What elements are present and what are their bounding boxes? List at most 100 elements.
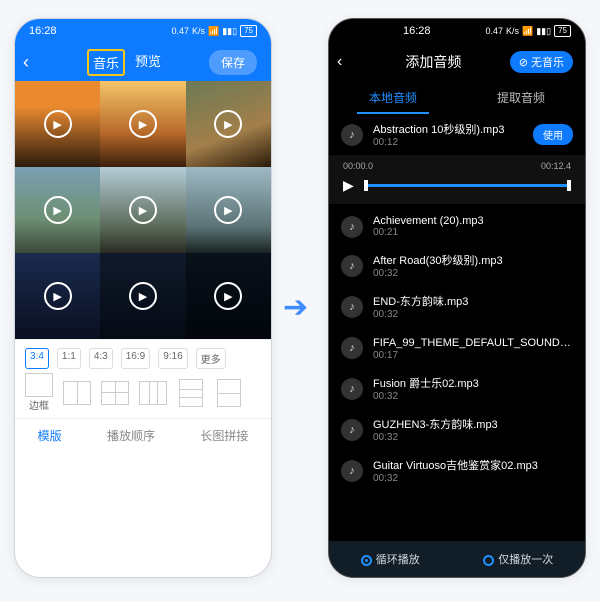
ratio-chip[interactable]: 4:3 <box>89 348 113 369</box>
track-duration: 00:21 <box>373 227 573 238</box>
tab-template[interactable]: 模版 <box>38 427 62 444</box>
radio-on-icon <box>361 555 372 566</box>
trim-end-handle[interactable] <box>567 180 571 191</box>
track-duration: 00:17 <box>373 350 573 361</box>
track-name: FIFA_99_THEME_DEFAULT_SOUND-异域风情.mp3 <box>373 334 573 350</box>
video-thumb[interactable]: ▶ <box>15 167 100 253</box>
audio-header: ‹ 添加音频 ⊘无音乐 <box>329 43 585 81</box>
trim-start-handle[interactable] <box>364 180 368 191</box>
track-row[interactable]: ♪ FIFA_99_THEME_DEFAULT_SOUND-异域风情.mp300:… <box>329 327 585 368</box>
video-thumb[interactable]: ▶ <box>186 81 271 167</box>
track-name: After Road(30秒级别).mp3 <box>373 252 573 268</box>
track-duration: 00:32 <box>373 309 573 320</box>
back-icon[interactable]: ‹ <box>23 52 43 73</box>
status-time: 16:28 <box>29 25 57 37</box>
track-name: Guitar Virtuoso吉他鉴赏家02.mp3 <box>373 457 573 473</box>
play-icon: ▶ <box>129 196 157 224</box>
track-row[interactable]: ♪ Fusion 爵士乐02.mp300:32 <box>329 368 585 409</box>
tab-extract-audio[interactable]: 提取音频 <box>485 81 557 114</box>
phone-audio: 16:28 0.47K/s 📶 ▮▮▯ 75 ‹ 添加音频 ⊘无音乐 本地音频 … <box>328 18 586 578</box>
tab-music[interactable]: 音乐 <box>87 49 125 76</box>
play-icon: ▶ <box>214 196 242 224</box>
seek-bar[interactable] <box>364 184 571 187</box>
video-thumb[interactable]: ▶ <box>186 253 271 339</box>
audio-player: 00:00.0 00:12.4 ▶ <box>329 155 585 204</box>
ratio-chip[interactable]: 1:1 <box>57 348 81 369</box>
note-icon: ♪ <box>341 255 363 277</box>
note-icon: ♪ <box>341 378 363 400</box>
play-mode-bar: 循环播放 仅播放一次 <box>329 541 585 577</box>
play-icon: ▶ <box>44 196 72 224</box>
video-thumb[interactable]: ▶ <box>186 167 271 253</box>
track-row[interactable]: ♪ Abstraction 10秒级别).mp300:12 使用 <box>329 114 585 155</box>
track-list: ♪ Achievement (20).mp300:21 ♪ After Road(3… <box>329 208 585 491</box>
layout-3row[interactable] <box>179 379 203 407</box>
ratio-chip[interactable]: 更多 <box>196 348 226 369</box>
track-name: Achievement (20).mp3 <box>373 215 573 227</box>
use-button[interactable]: 使用 <box>533 124 573 145</box>
layout-1[interactable] <box>25 373 53 397</box>
player-end: 00:12.4 <box>541 161 571 171</box>
bottom-tabs: 模版 播放顺序 长图拼接 <box>15 418 271 454</box>
play-icon: ▶ <box>129 110 157 138</box>
editor-header: ‹ 音乐 预览 保存 <box>15 43 271 81</box>
player-start: 00:00.0 <box>343 161 373 171</box>
play-icon: ▶ <box>214 110 242 138</box>
layout-2row[interactable] <box>217 379 241 407</box>
track-row[interactable]: ♪ Guitar Virtuoso吉他鉴赏家02.mp300:32 <box>329 450 585 491</box>
no-music-button[interactable]: ⊘无音乐 <box>510 51 573 73</box>
video-thumb[interactable]: ▶ <box>15 253 100 339</box>
audio-tabs: 本地音频 提取音频 <box>329 81 585 114</box>
track-row[interactable]: ♪ END-东方韵味.mp300:32 <box>329 286 585 327</box>
status-indicators: 0.47K/s 📶 ▮▮▯ 75 <box>485 25 571 37</box>
note-icon: ♪ <box>341 460 363 482</box>
ratio-row: 3:4 1:1 4:3 16:9 9:16 更多 <box>15 339 271 373</box>
track-name: END-东方韵味.mp3 <box>373 293 573 309</box>
note-icon: ♪ <box>341 337 363 359</box>
tab-local-audio[interactable]: 本地音频 <box>357 81 429 114</box>
tab-order[interactable]: 播放顺序 <box>107 427 155 444</box>
once-option[interactable]: 仅播放一次 <box>483 551 553 567</box>
layout-4[interactable] <box>101 381 129 405</box>
note-icon: ♪ <box>341 296 363 318</box>
layout-3col[interactable] <box>139 381 167 405</box>
save-button[interactable]: 保存 <box>209 50 257 75</box>
ratio-chip[interactable]: 9:16 <box>158 348 187 369</box>
video-thumb[interactable]: ▶ <box>15 81 100 167</box>
tab-preview[interactable]: 预览 <box>131 49 165 76</box>
tab-long[interactable]: 长图拼接 <box>200 427 248 444</box>
border-label: 边框 <box>25 397 53 412</box>
ban-icon: ⊘ <box>519 56 528 69</box>
track-name: GUZHEN3-东方韵味.mp3 <box>373 416 573 432</box>
layout-row: 边框 <box>15 373 271 418</box>
track-name: Fusion 爵士乐02.mp3 <box>373 375 573 391</box>
video-thumb[interactable]: ▶ <box>100 81 185 167</box>
track-duration: 00:32 <box>373 473 573 484</box>
play-button[interactable]: ▶ <box>343 177 354 194</box>
back-icon[interactable]: ‹ <box>337 53 357 71</box>
play-icon: ▶ <box>129 282 157 310</box>
status-time: 16:28 <box>403 25 431 37</box>
track-duration: 00:12 <box>373 137 523 148</box>
ratio-chip[interactable]: 16:9 <box>121 348 150 369</box>
play-icon: ▶ <box>44 282 72 310</box>
video-thumb[interactable]: ▶ <box>100 253 185 339</box>
track-row[interactable]: ♪ Achievement (20).mp300:21 <box>329 208 585 245</box>
track-duration: 00:32 <box>373 391 573 402</box>
layout-2col[interactable] <box>63 381 91 405</box>
phone-editor: 16:28 0.47K/s 📶 ▮▮▯ 75 ‹ 音乐 预览 保存 ▶ ▶ ▶ … <box>14 18 272 578</box>
note-icon: ♪ <box>341 216 363 238</box>
track-duration: 00:32 <box>373 432 573 443</box>
ratio-chip[interactable]: 3:4 <box>25 348 49 369</box>
play-icon: ▶ <box>44 110 72 138</box>
arrow-icon: ➔ <box>283 290 308 325</box>
status-indicators: 0.47K/s 📶 ▮▮▯ 75 <box>171 25 257 37</box>
track-row[interactable]: ♪After Road(30秒级别).mp300:32 <box>329 245 585 286</box>
track-row[interactable]: ♪ GUZHEN3-东方韵味.mp300:32 <box>329 409 585 450</box>
note-icon: ♪ <box>341 419 363 441</box>
page-title: 添加音频 <box>357 52 510 72</box>
loop-option[interactable]: 循环播放 <box>361 551 420 567</box>
video-grid: ▶ ▶ ▶ ▶ ▶ ▶ ▶ ▶ ▶ <box>15 81 271 339</box>
status-bar: 16:28 0.47K/s 📶 ▮▮▯ 75 <box>329 19 585 43</box>
video-thumb[interactable]: ▶ <box>100 167 185 253</box>
